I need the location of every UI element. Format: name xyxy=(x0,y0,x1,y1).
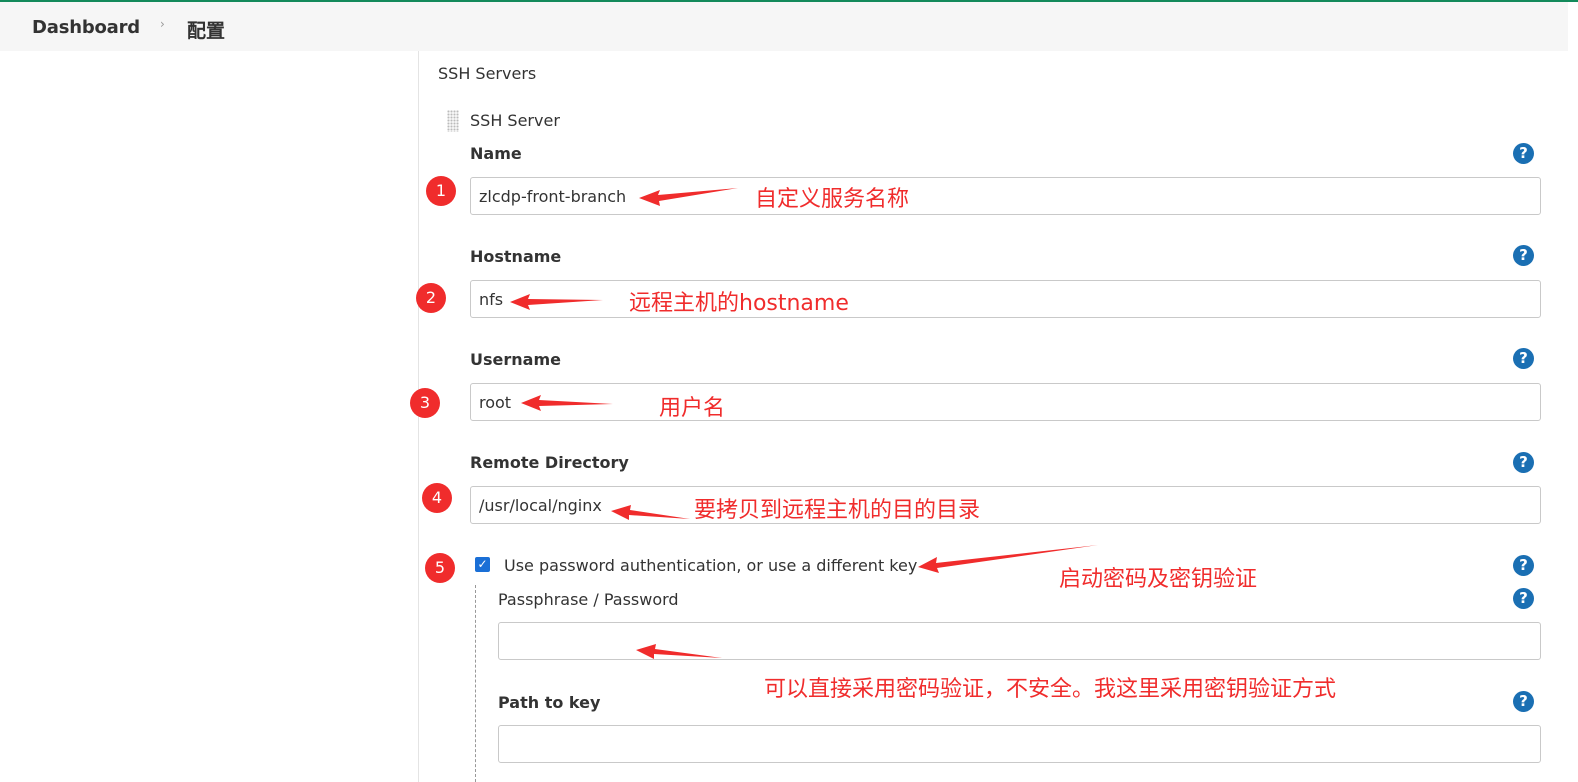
annotation-name-note: 自定义服务名称 xyxy=(755,187,910,212)
passphrase-help-icon[interactable]: ? xyxy=(1513,588,1534,609)
use-password-help-icon[interactable]: ? xyxy=(1513,555,1534,576)
name-help-icon[interactable]: ? xyxy=(1513,143,1534,164)
breadcrumb-chevron-icon: › xyxy=(160,17,165,31)
breadcrumb: Dashboard › 配置 xyxy=(0,2,1568,51)
annotation-marker-5: 5 xyxy=(425,553,455,583)
username-label: Username xyxy=(470,350,561,369)
breadcrumb-current-page: 配置 xyxy=(187,20,226,42)
annotation-remote-directory-note: 要拷贝到远程主机的目的目录 xyxy=(694,498,981,523)
annotation-marker-4: 4 xyxy=(422,483,452,513)
username-help-icon[interactable]: ? xyxy=(1513,348,1534,369)
section-title: SSH Servers xyxy=(438,64,537,83)
use-password-label: Use password authentication, or use a di… xyxy=(504,556,918,575)
subsection-title: SSH Server xyxy=(470,111,560,130)
path-to-key-help-icon[interactable]: ? xyxy=(1513,691,1534,712)
hostname-input-value: nfs xyxy=(479,289,504,309)
drag-handle-icon[interactable] xyxy=(447,110,459,132)
passphrase-input[interactable] xyxy=(498,622,1541,660)
name-label: Name xyxy=(470,144,522,163)
annotation-marker-3: 3 xyxy=(410,388,440,418)
annotation-passphrase-note: 可以直接采用密码验证，不安全。我这里采用密钥验证方式 xyxy=(764,677,1337,702)
remote-directory-input-value: /usr/local/nginx xyxy=(479,495,602,515)
scrollbar[interactable] xyxy=(1568,2,1578,782)
hostname-label: Hostname xyxy=(470,247,562,266)
passphrase-label: Passphrase / Password xyxy=(498,590,679,609)
username-input[interactable]: root xyxy=(470,383,1541,421)
path-to-key-label: Path to key xyxy=(498,693,601,712)
annotation-marker-2: 2 xyxy=(416,283,446,313)
annotation-hostname-note: 远程主机的hostname xyxy=(629,291,849,316)
name-input-value: zlcdp-front-branch xyxy=(479,186,627,206)
username-input-value: root xyxy=(479,392,512,412)
path-to-key-input[interactable] xyxy=(498,725,1541,763)
use-password-checkbox[interactable]: ✓ xyxy=(475,557,490,572)
annotation-marker-1: 1 xyxy=(426,176,456,206)
nested-options-guide xyxy=(475,585,476,782)
remote-directory-label: Remote Directory xyxy=(470,453,629,472)
remote-directory-help-icon[interactable]: ? xyxy=(1513,452,1534,473)
annotation-use-password-note: 启动密码及密钥验证 xyxy=(1059,567,1258,592)
annotation-username-note: 用户名 xyxy=(659,396,726,421)
remote-directory-input[interactable]: /usr/local/nginx xyxy=(470,486,1541,524)
name-input[interactable]: zlcdp-front-branch xyxy=(470,177,1541,215)
hostname-help-icon[interactable]: ? xyxy=(1513,245,1534,266)
breadcrumb-dashboard-link[interactable]: Dashboard xyxy=(32,17,140,38)
